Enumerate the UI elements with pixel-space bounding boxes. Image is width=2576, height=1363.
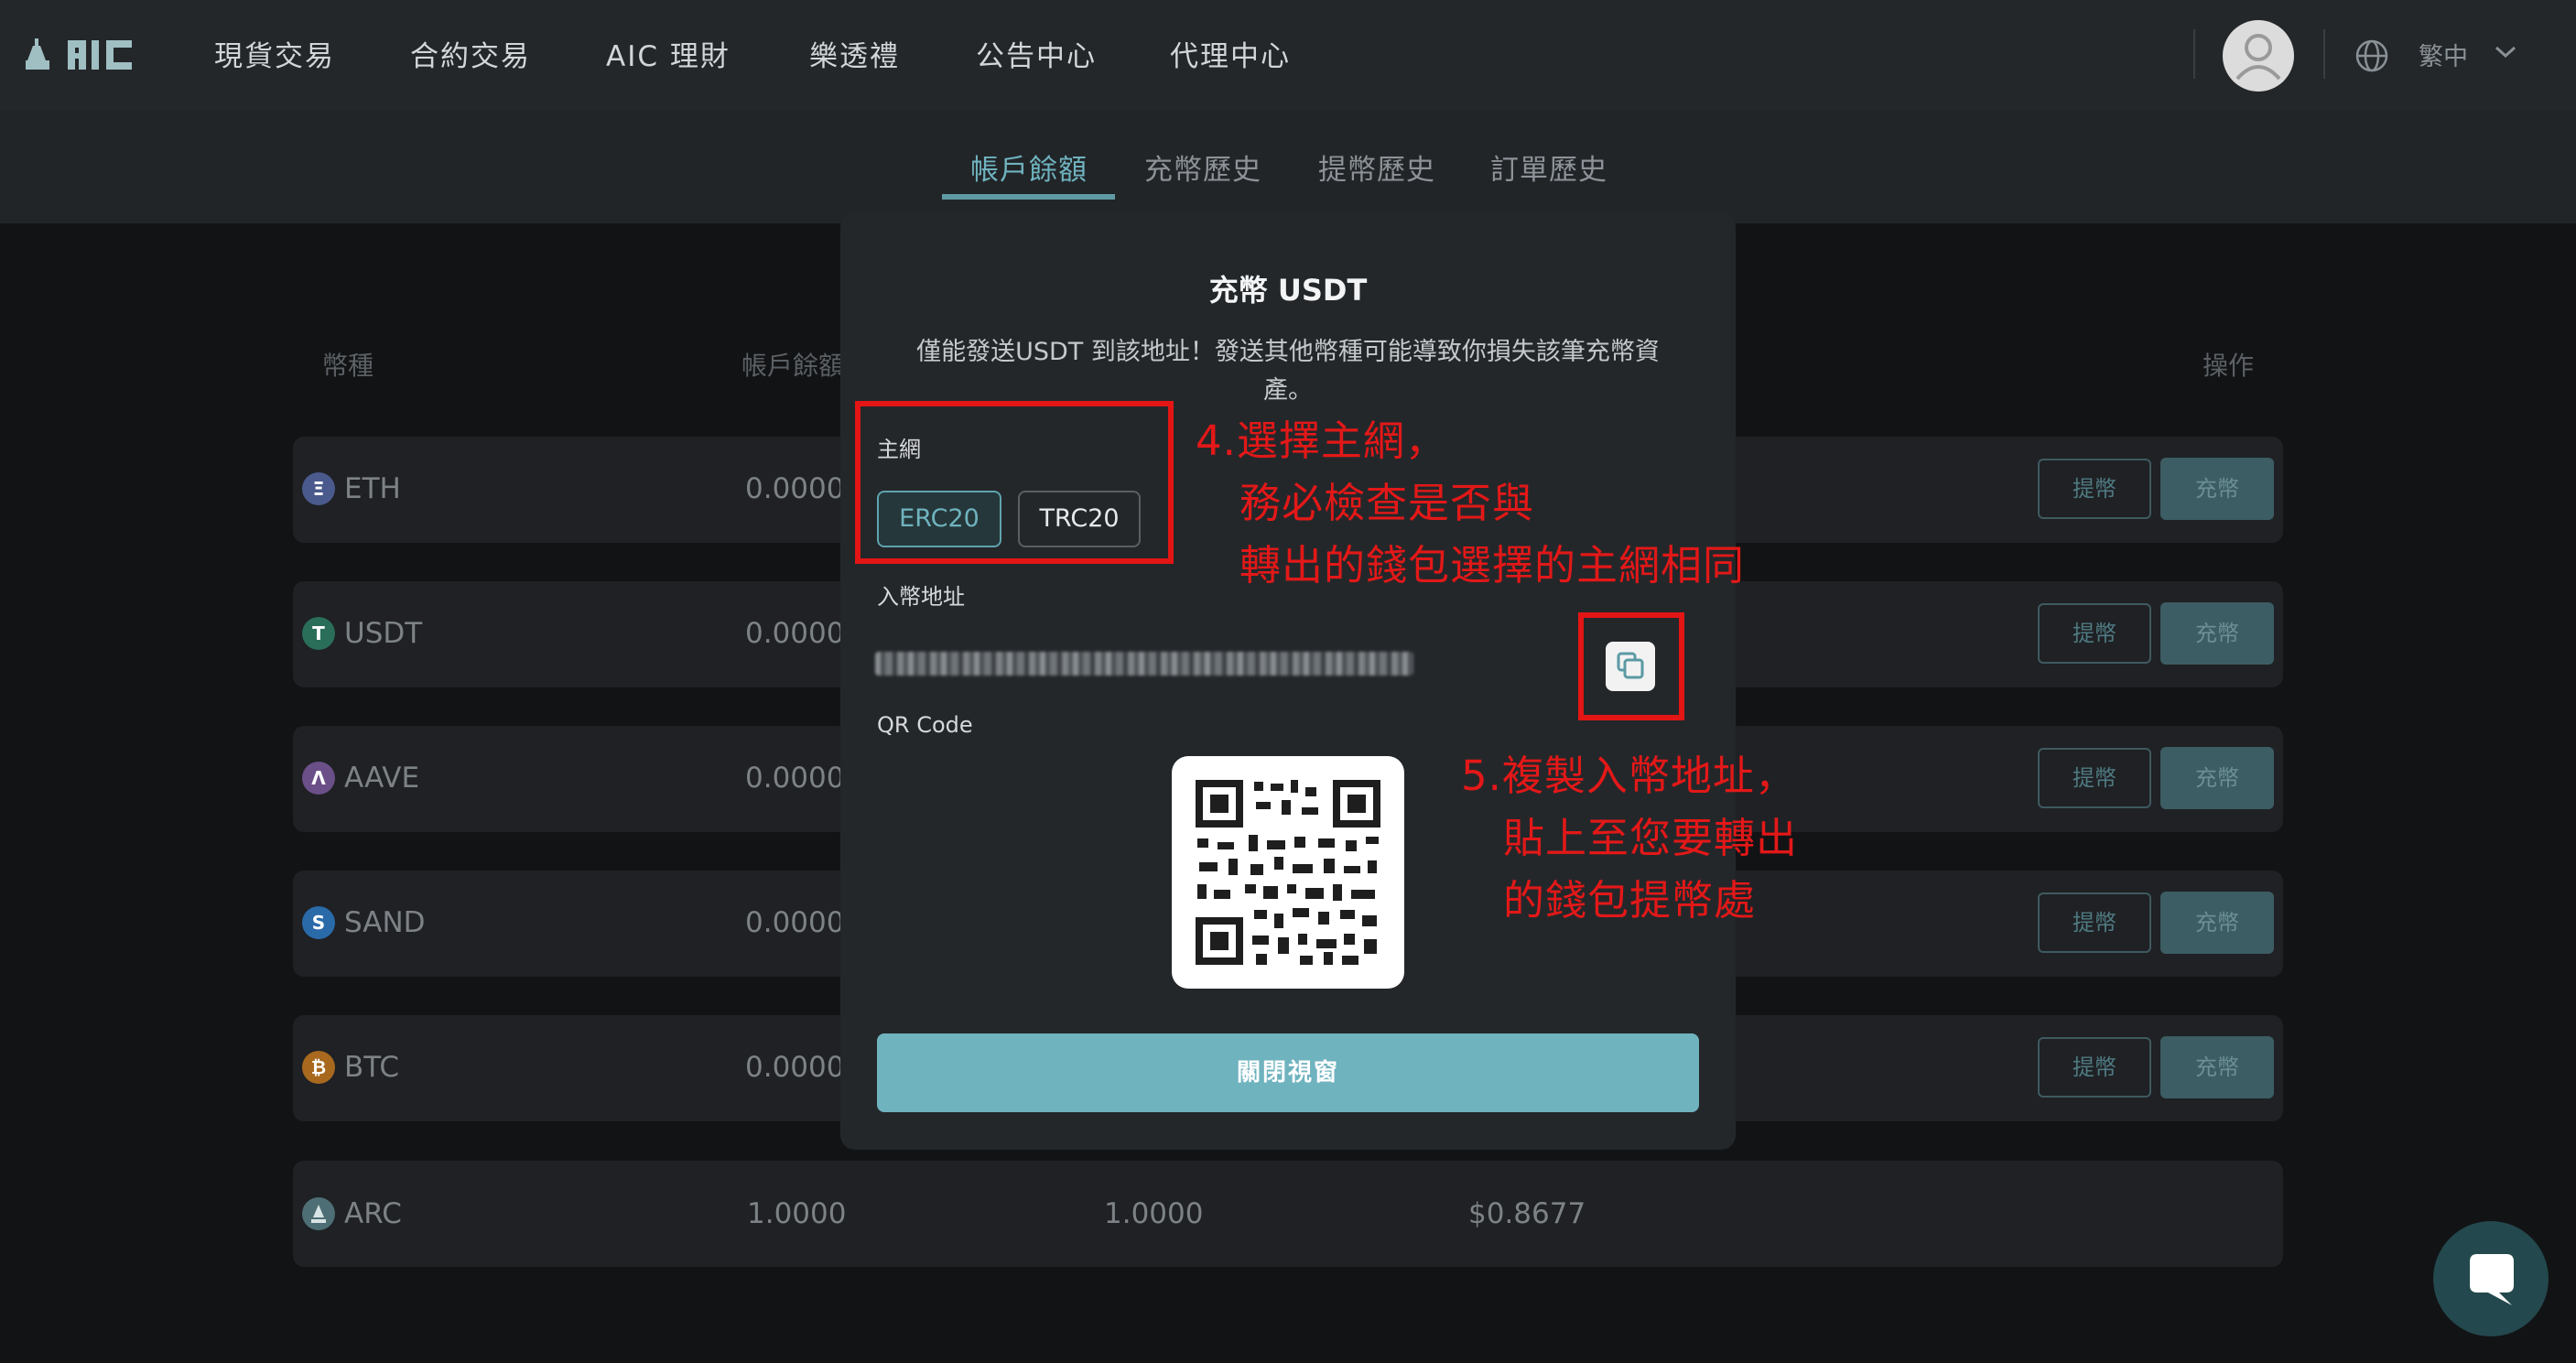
arc-icon	[302, 1197, 335, 1230]
nav-lottery[interactable]: 樂透禮	[809, 33, 900, 74]
withdraw-button[interactable]: 提幣	[2038, 1037, 2151, 1098]
coin-name: BTC	[344, 1051, 400, 1084]
balance-value: 0.0000	[745, 1051, 845, 1084]
eth-icon: Ξ	[302, 472, 335, 505]
network-highlight-box	[855, 401, 1174, 564]
tab-order-history[interactable]: 訂單歷史	[1490, 146, 1607, 188]
nav-contract-trading[interactable]: 合約交易	[410, 33, 531, 74]
nav-agent-center[interactable]: 代理中心	[1170, 33, 1291, 74]
coin-name: ETH	[344, 472, 401, 505]
withdraw-button[interactable]: 提幣	[2038, 892, 2151, 953]
annotation-step5-line2: 貼上至您要轉出	[1503, 814, 1799, 862]
user-silhouette-icon	[2235, 34, 2281, 81]
aave-icon: Λ	[302, 762, 335, 795]
balance-value: 0.0000	[745, 906, 845, 939]
address-label: 入幣地址	[877, 584, 965, 610]
nav-spot-trading[interactable]: 現貨交易	[214, 33, 335, 74]
deposit-button[interactable]: 充幣	[2160, 1036, 2274, 1098]
deposit-button[interactable]: 充幣	[2160, 747, 2274, 809]
annotation-step5-line1: 5.複製入幣地址，	[1461, 752, 1797, 800]
usd-value: $0.8677	[1468, 1197, 1586, 1230]
usdt-icon: T	[302, 617, 335, 650]
coin-name: AAVE	[344, 762, 420, 795]
modal-title: 充幣 USDT	[1208, 273, 1368, 308]
sand-icon: S	[302, 906, 335, 939]
coin-name: USDT	[344, 617, 423, 650]
withdraw-button[interactable]: 提幣	[2038, 748, 2151, 808]
language-selector[interactable]: 繁中	[2419, 37, 2468, 72]
coin-name: SAND	[344, 906, 426, 939]
balance-value: 0.0000	[745, 617, 845, 650]
column-header-action: 操作	[2203, 351, 2255, 381]
btc-icon: ₿	[302, 1051, 335, 1084]
annotation-step4-line2: 務必檢查是否與	[1239, 479, 1535, 527]
available-value: 1.0000	[1104, 1197, 1204, 1230]
tab-withdraw-history[interactable]: 提幣歷史	[1318, 146, 1435, 188]
qr-code-label: QR Code	[877, 712, 973, 738]
column-header-balance: 帳戶餘額	[741, 351, 845, 381]
nav-announcements[interactable]: 公告中心	[976, 33, 1097, 74]
user-avatar[interactable]	[2223, 20, 2294, 92]
deposit-button[interactable]: 充幣	[2160, 458, 2274, 520]
qr-code-image	[1172, 756, 1404, 989]
balance-value: 0.0000	[745, 762, 845, 795]
nav-aic-finance[interactable]: AIC 理財	[606, 33, 731, 74]
annotation-step5-line3: 的錢包提幣處	[1503, 876, 1757, 925]
nav-divider	[2193, 29, 2195, 79]
chevron-down-icon[interactable]	[2494, 44, 2517, 60]
tab-account-balance[interactable]: 帳戶餘額	[970, 146, 1088, 188]
annotation-step4-line1: 4.選擇主網，	[1196, 416, 1447, 465]
copy-highlight-box	[1578, 612, 1684, 720]
column-header-coin: 幣種	[322, 351, 374, 381]
close-modal-button[interactable]: 關閉視窗	[877, 1033, 1699, 1112]
nav-divider	[2323, 29, 2325, 79]
withdraw-button[interactable]: 提幣	[2038, 603, 2151, 664]
deposit-button[interactable]: 充幣	[2160, 602, 2274, 665]
chat-bubble-icon	[2470, 1254, 2514, 1305]
table-row	[293, 1161, 2283, 1267]
annotation-step4-line3: 轉出的錢包選擇的主網相同	[1239, 541, 1746, 590]
deposit-warning: 僅能發送USDT 到該地址！發送其他幣種可能導致你損失該筆充幣資產。	[916, 338, 1660, 405]
withdraw-button[interactable]: 提幣	[2038, 459, 2151, 519]
balance-value: 1.0000	[747, 1197, 847, 1230]
support-chat-button[interactable]	[2433, 1221, 2549, 1336]
deposit-button[interactable]: 充幣	[2160, 892, 2274, 954]
active-tab-indicator	[942, 194, 1115, 200]
balance-value: 0.0000	[745, 472, 845, 505]
account-tabs-bar	[0, 110, 2576, 223]
tab-deposit-history[interactable]: 充幣歷史	[1144, 146, 1261, 188]
aic-logo[interactable]	[26, 33, 156, 73]
deposit-address-blurred[interactable]	[875, 652, 1413, 676]
globe-icon[interactable]	[2354, 38, 2389, 73]
coin-name: ARC	[344, 1197, 402, 1230]
